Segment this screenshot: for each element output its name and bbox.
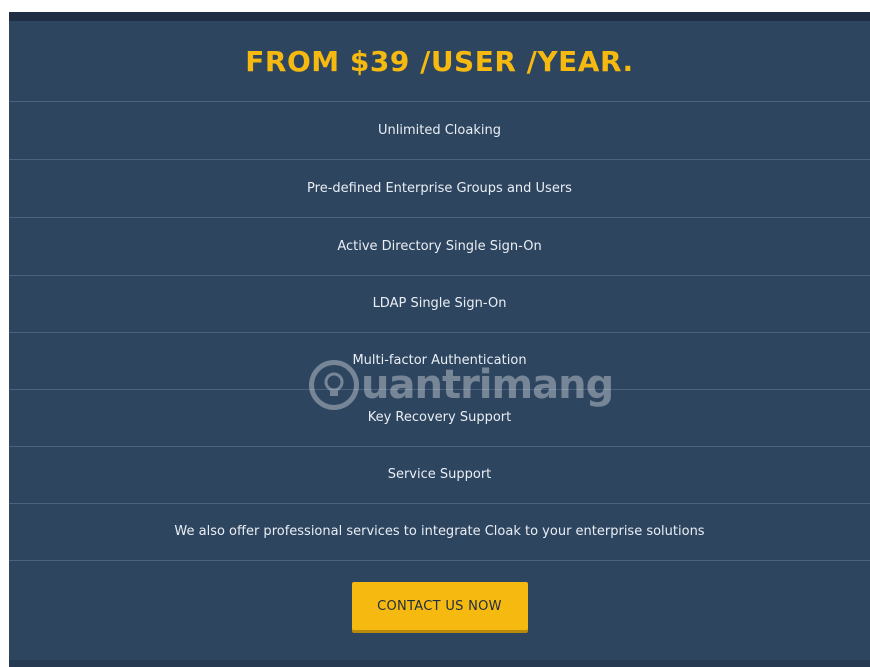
cta-section: CONTACT US NOW [9,558,870,654]
feature-row: Key Recovery Support [9,389,870,447]
top-divider-bar [9,12,870,21]
feature-row: Service Support [9,446,870,504]
pricing-panel: FROM $39 /USER /YEAR. Unlimited Cloaking… [9,21,870,660]
bottom-divider-bar [9,660,870,667]
services-note: We also offer professional services to i… [9,503,870,561]
feature-row: Unlimited Cloaking [9,102,870,160]
pricing-card: FROM $39 /USER /YEAR. Unlimited Cloaking… [9,12,870,667]
feature-row: LDAP Single Sign-On [9,275,870,333]
feature-row: Multi-factor Authentication [9,332,870,390]
price-heading: FROM $39 /USER /YEAR. [9,21,870,102]
feature-row: Pre-defined Enterprise Groups and Users [9,160,870,218]
contact-us-button[interactable]: CONTACT US NOW [351,582,528,630]
feature-row: Active Directory Single Sign-On [9,218,870,276]
